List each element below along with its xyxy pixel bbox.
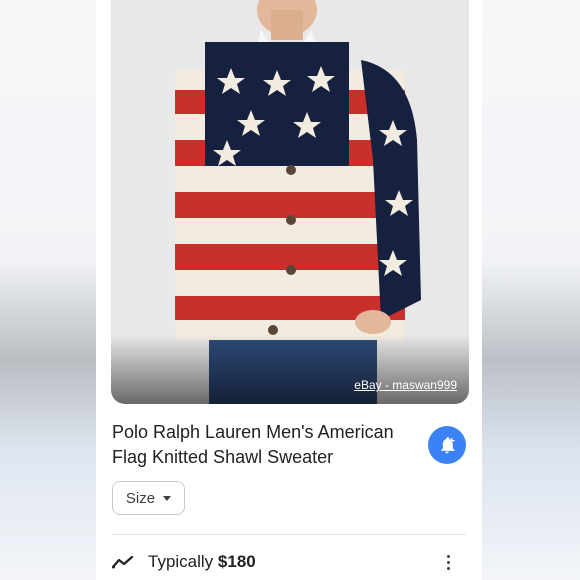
background-right — [482, 0, 580, 580]
size-filter-dropdown[interactable]: Size — [112, 481, 185, 515]
price-row[interactable]: Typically $180 — [112, 550, 466, 574]
bell-plus-icon — [441, 437, 455, 454]
product-title[interactable]: Polo Ralph Lauren Men's American Flag Kn… — [112, 420, 412, 470]
price-alert-button[interactable] — [428, 426, 466, 464]
background-left — [0, 0, 96, 580]
price-value: $180 — [217, 552, 256, 571]
image-source-link[interactable]: eBay - maswan999 — [354, 378, 457, 392]
more-vert-icon[interactable] — [438, 552, 458, 572]
image-shade — [111, 334, 469, 404]
product-image[interactable]: eBay - maswan999 — [111, 0, 469, 404]
trend-line-icon — [112, 555, 134, 569]
divider — [112, 534, 466, 535]
product-card[interactable]: eBay - maswan999 Polo Ralph Lauren Men's… — [96, 0, 482, 580]
chevron-down-icon — [163, 495, 172, 501]
typical-price: Typically $180 — [148, 552, 256, 572]
price-prefix: Typically — [148, 552, 214, 571]
size-filter-label: Size — [125, 489, 156, 507]
